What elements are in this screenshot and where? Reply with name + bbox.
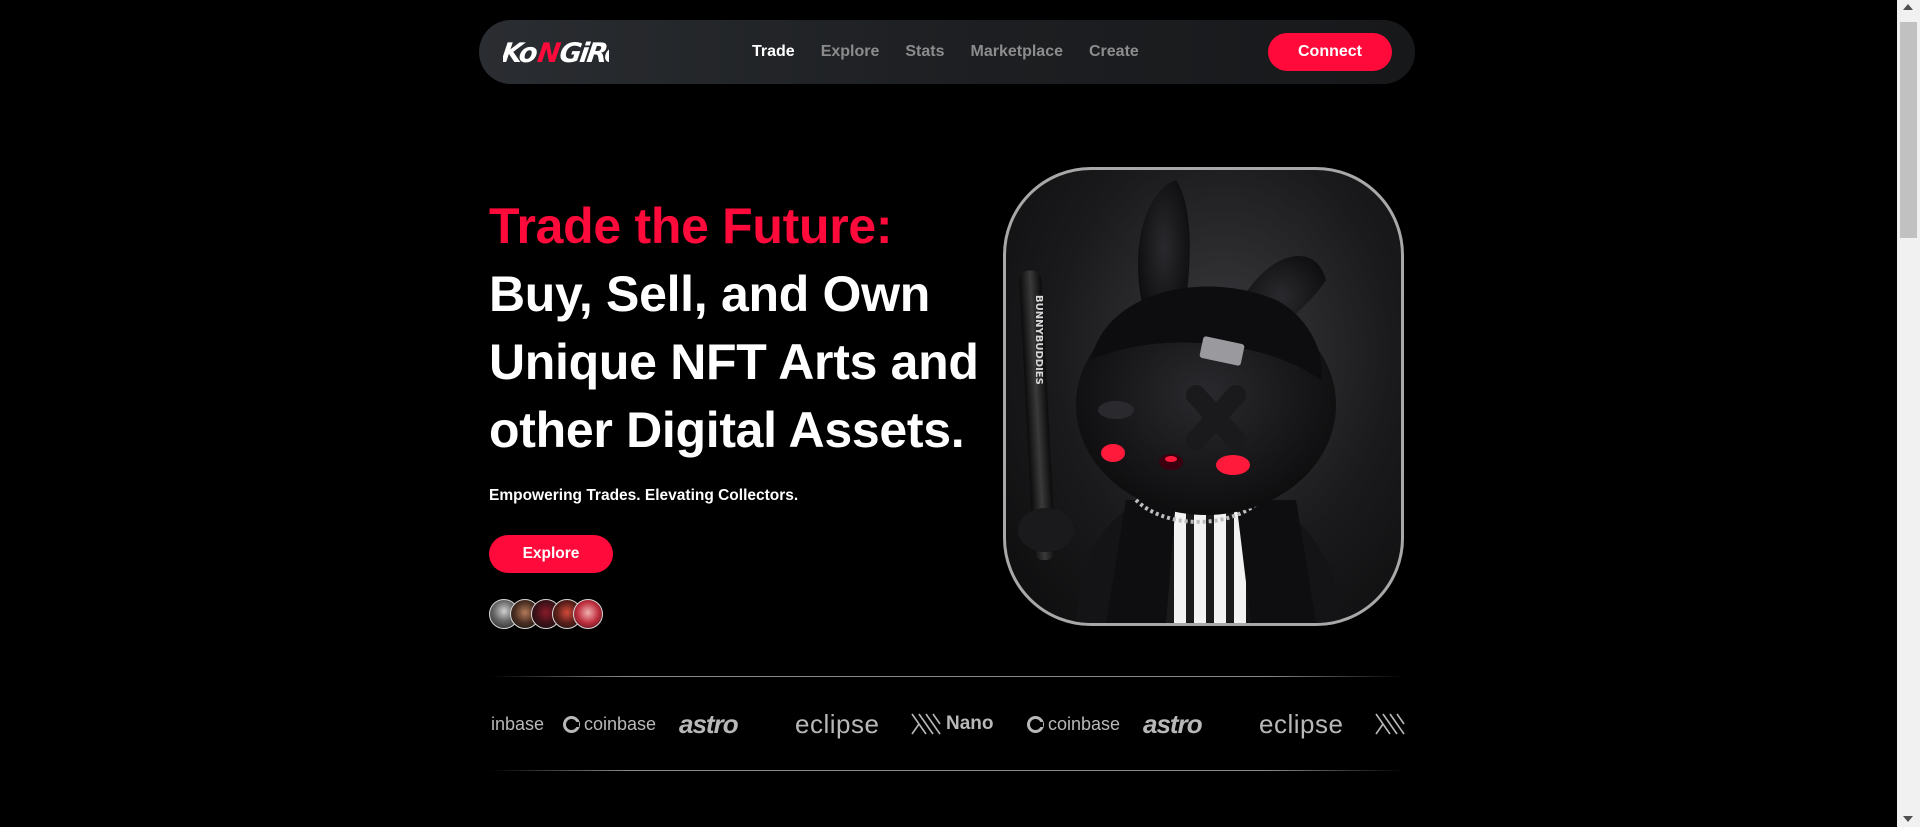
featured-nft-image[interactable]: BUNNYBUDDIES xyxy=(1003,167,1404,626)
partner-logo-astro: astro xyxy=(1143,694,1203,754)
nav-link-create[interactable]: Create xyxy=(1089,43,1139,61)
hero-tagline: Empowering Trades. Elevating Collectors. xyxy=(489,487,799,504)
partner-logo-nano: Nano xyxy=(911,694,994,754)
partner-logos-strip: inbase coinbase astro eclipse Nano coinb… xyxy=(491,694,1405,754)
svg-text:Ko: Ko xyxy=(503,38,539,69)
partner-logo-coinbase-partial: inbase xyxy=(491,694,544,754)
primary-nav: Trade Explore Stats Marketplace Create xyxy=(752,20,1139,84)
partner-name: astro xyxy=(1143,708,1203,739)
nav-link-trade[interactable]: Trade xyxy=(752,43,795,61)
partner-logo-eclipse: eclipse xyxy=(1259,694,1343,754)
partner-name: Nano xyxy=(946,713,994,734)
nano-logo-icon xyxy=(911,713,941,735)
nano-logo-icon xyxy=(1375,713,1405,735)
partner-logo-nano-partial xyxy=(1375,694,1405,754)
landing-page: Ko N GiRo Trade Explore Stats Marketplac… xyxy=(0,0,1920,827)
partner-name: astro xyxy=(679,708,739,739)
hero-heading: Trade the Future: Buy, Sell, and Own Uni… xyxy=(489,192,1009,464)
hero-section: Trade the Future: Buy, Sell, and Own Uni… xyxy=(489,192,1009,629)
nav-link-stats[interactable]: Stats xyxy=(905,43,944,61)
explore-button[interactable]: Explore xyxy=(489,535,613,573)
coinbase-logo-icon xyxy=(1027,715,1044,733)
nav-link-explore[interactable]: Explore xyxy=(821,43,880,61)
scroll-up-arrow-icon[interactable] xyxy=(1903,4,1913,10)
partner-logo-astro: astro xyxy=(679,694,739,754)
partner-name: eclipse xyxy=(1259,708,1344,739)
partner-logo-coinbase: coinbase xyxy=(1027,694,1120,754)
connect-wallet-button[interactable]: Connect xyxy=(1268,33,1392,71)
kongiro-logo[interactable]: Ko N GiRo xyxy=(500,30,625,74)
collector-avatars xyxy=(489,599,1009,629)
coinbase-logo-icon xyxy=(563,715,580,733)
nav-link-marketplace[interactable]: Marketplace xyxy=(971,43,1064,61)
hero-heading-main: Buy, Sell, and Own Unique NFT Arts and o… xyxy=(489,266,979,458)
partner-logo-eclipse: eclipse xyxy=(795,694,879,754)
partner-name: eclipse xyxy=(795,708,880,739)
partner-name: coinbase xyxy=(1048,713,1121,734)
avatar xyxy=(573,599,603,629)
partners-bottom-divider xyxy=(489,770,1405,771)
partner-name: inbase xyxy=(491,713,545,734)
top-navbar: Ko N GiRo Trade Explore Stats Marketplac… xyxy=(479,20,1415,84)
bunny-nft-illustration: BUNNYBUDDIES xyxy=(1018,180,1341,623)
partner-name: coinbase xyxy=(584,713,657,734)
partner-logo-coinbase: coinbase xyxy=(563,694,656,754)
partners-top-divider xyxy=(489,676,1405,677)
hero-heading-accent: Trade the Future: xyxy=(489,198,893,254)
page-scrollbar[interactable] xyxy=(1897,0,1920,827)
scrollbar-thumb[interactable] xyxy=(1900,22,1917,238)
bat-label: BUNNYBUDDIES xyxy=(1033,295,1044,385)
svg-text:GiRo: GiRo xyxy=(558,38,609,69)
scroll-down-arrow-icon[interactable] xyxy=(1903,816,1913,822)
